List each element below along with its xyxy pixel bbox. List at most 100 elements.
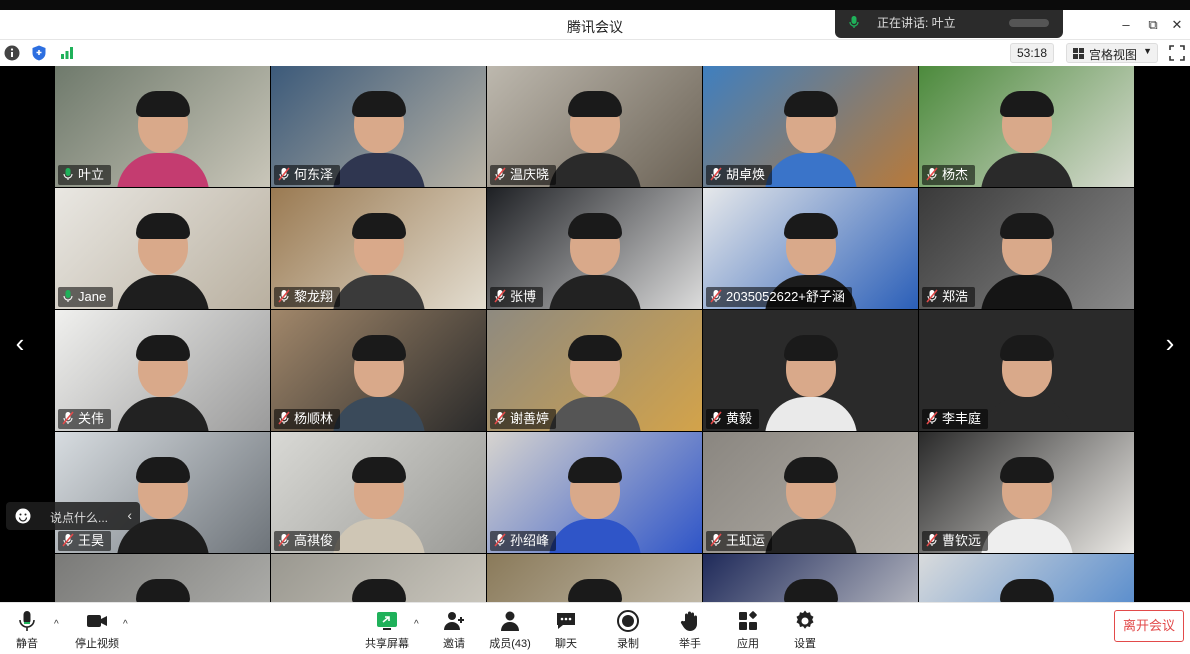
participant-tile[interactable] — [55, 554, 270, 602]
audio-options-caret[interactable]: ^ — [54, 619, 59, 630]
participant-hair — [135, 213, 190, 239]
participant-hair — [999, 213, 1054, 239]
participant-name: 张博 — [510, 289, 537, 304]
chat-bubble-icon — [557, 613, 575, 629]
participant-figure — [548, 335, 641, 431]
prev-page-button[interactable]: ‹ — [10, 328, 30, 358]
participant-tile[interactable]: 温庆晓 — [487, 66, 702, 187]
leave-meeting-button[interactable]: 离开会议 — [1114, 610, 1184, 642]
record-button[interactable]: 录制 — [610, 609, 646, 653]
participant-body — [116, 153, 209, 187]
members-button[interactable]: 成员(43) — [487, 609, 533, 653]
mic-muted-icon — [494, 167, 506, 181]
raise-hand-button[interactable]: 举手 — [672, 609, 708, 653]
participant-tile[interactable]: 王虹运 — [703, 432, 918, 553]
chevron-left-icon[interactable]: ‹ — [127, 507, 132, 523]
invite-button[interactable]: 邀请 — [436, 609, 472, 653]
fullscreen-icon[interactable] — [1168, 44, 1186, 62]
share-screen-icon — [377, 612, 397, 630]
title-bar: 腾讯会议 正在讲话: 叶立 – ⧉ ✕ — [0, 10, 1190, 40]
participant-figure — [116, 91, 209, 187]
next-page-button[interactable]: › — [1160, 328, 1180, 358]
share-options-caret[interactable]: ^ — [414, 619, 419, 630]
close-button[interactable]: ✕ — [1168, 16, 1186, 34]
participant-hair — [999, 91, 1054, 117]
stop-video-button[interactable]: 停止视频 — [72, 609, 122, 653]
chat-input[interactable]: 说点什么... — [50, 509, 108, 526]
participant-hair — [783, 579, 838, 602]
participant-tile[interactable]: 2035052622+舒子涵 — [703, 188, 918, 309]
participant-figure — [764, 335, 857, 431]
mic-muted-icon — [926, 167, 938, 181]
participant-tile[interactable]: Jane — [55, 188, 270, 309]
participant-figure — [332, 457, 425, 553]
share-screen-button[interactable]: 共享屏幕 — [362, 609, 412, 653]
security-shield-icon[interactable] — [30, 44, 48, 62]
participant-tile[interactable]: 胡卓焕 — [703, 66, 918, 187]
participant-hair — [351, 335, 406, 361]
signal-icon[interactable] — [58, 44, 76, 62]
participant-tile[interactable]: 曹钦远 — [919, 432, 1134, 553]
participant-tile[interactable] — [703, 554, 918, 602]
participant-hair — [351, 579, 406, 602]
mic-muted-icon — [494, 411, 506, 425]
participant-tile[interactable]: 杨顺林 — [271, 310, 486, 431]
participant-tile[interactable]: 何东泽 — [271, 66, 486, 187]
invite-label: 邀请 — [443, 638, 465, 650]
grid-view-button[interactable]: 宫格视图 ▼ — [1066, 43, 1158, 63]
participant-name: 孙绍峰 — [510, 533, 550, 548]
participant-figure — [765, 579, 857, 602]
participant-figure — [116, 213, 209, 309]
video-options-caret[interactable]: ^ — [123, 619, 128, 630]
participant-nametag: 谢善婷 — [490, 409, 557, 429]
participant-body — [764, 519, 857, 553]
participant-name: 温庆晓 — [510, 167, 550, 182]
participant-tile[interactable] — [487, 554, 702, 602]
participant-tile[interactable]: 孙绍峰 — [487, 432, 702, 553]
settings-button[interactable]: 设置 — [787, 609, 823, 653]
participant-tile[interactable]: 王昊 — [55, 432, 270, 553]
quick-chat-bar[interactable]: 说点什么... ‹ — [6, 502, 140, 530]
participant-tile[interactable]: 李丰庭 — [919, 310, 1134, 431]
participant-tile[interactable] — [919, 554, 1134, 602]
participant-tile[interactable]: 黄毅 — [703, 310, 918, 431]
emoji-icon[interactable] — [15, 508, 31, 524]
maximize-button[interactable]: ⧉ — [1144, 16, 1162, 34]
participant-figure — [117, 579, 209, 602]
participant-figure — [764, 457, 857, 553]
participant-hair — [783, 335, 838, 361]
participant-figure — [332, 213, 425, 309]
participant-tile[interactable]: 张博 — [487, 188, 702, 309]
participant-name: 2035052622+舒子涵 — [726, 289, 845, 304]
mic-muted-icon — [494, 533, 506, 547]
participant-tile[interactable]: 杨杰 — [919, 66, 1134, 187]
participant-hair — [783, 457, 838, 483]
chevron-down-icon: ▼ — [1143, 46, 1152, 56]
participant-hair — [351, 91, 406, 117]
mute-button[interactable]: 静音 — [4, 609, 50, 653]
mic-muted-icon — [710, 411, 722, 425]
grid-icon — [1073, 48, 1084, 59]
participant-name: 杨杰 — [942, 167, 969, 182]
participant-hair — [783, 91, 838, 117]
info-icon[interactable] — [3, 44, 21, 62]
participant-tile[interactable]: 郑浩 — [919, 188, 1134, 309]
video-camera-icon — [87, 615, 107, 627]
participant-tile[interactable]: 黎龙翔 — [271, 188, 486, 309]
participant-figure — [981, 579, 1073, 602]
minimize-button[interactable]: – — [1117, 16, 1135, 34]
participant-tile[interactable]: 叶立 — [55, 66, 270, 187]
participant-tile[interactable]: 谢善婷 — [487, 310, 702, 431]
apps-button[interactable]: 应用 — [730, 609, 766, 653]
chat-button[interactable]: 聊天 — [548, 609, 584, 653]
participant-figure — [980, 335, 1073, 431]
participant-hair — [135, 579, 190, 602]
participant-tile[interactable]: 高祺俊 — [271, 432, 486, 553]
record-icon — [617, 610, 639, 632]
mic-on-icon — [63, 290, 73, 302]
participant-tile[interactable]: 关伟 — [55, 310, 270, 431]
video-grid: 叶立 何东泽 温庆晓 胡卓焕 杨杰 Jane 黎龙翔 张博 2035052622+舒子涵 郑浩关伟… — [55, 66, 1136, 602]
mic-muted-icon — [278, 533, 290, 547]
participant-tile[interactable] — [271, 554, 486, 602]
participant-body — [548, 519, 641, 553]
